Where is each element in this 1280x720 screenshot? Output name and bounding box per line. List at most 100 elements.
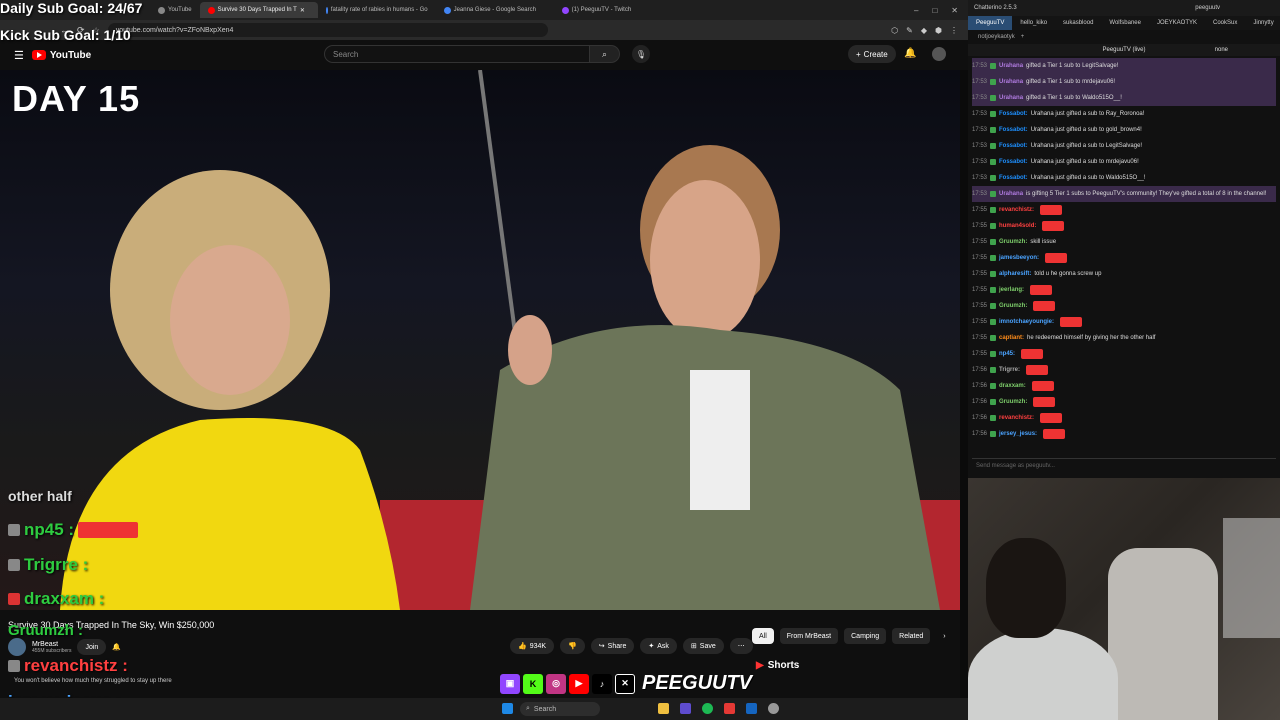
maximize-icon[interactable]: □ bbox=[932, 6, 937, 15]
badge-icon bbox=[990, 191, 997, 197]
badge-icon bbox=[990, 255, 997, 261]
chat-subtab[interactable]: notjoeykaotyk bbox=[978, 34, 1015, 40]
chat-username[interactable]: Fossabot: bbox=[999, 143, 1028, 149]
bell-icon[interactable]: 🔔 bbox=[904, 48, 916, 59]
chat-username[interactable]: np45: bbox=[999, 351, 1015, 357]
search-input[interactable]: Search bbox=[324, 45, 590, 63]
chat-username[interactable]: alpharesift: bbox=[999, 271, 1031, 277]
browser-tab-active[interactable]: Survive 30 Days Trapped In T ✕ bbox=[199, 2, 318, 18]
chip-related[interactable]: Related bbox=[892, 628, 931, 644]
browser-tab[interactable]: fatality rate of rabies in humans - Go bbox=[318, 2, 436, 18]
webcam-feed bbox=[968, 478, 1280, 720]
chat-tab[interactable]: Wolfsbanee bbox=[1101, 16, 1149, 30]
browser-tab[interactable]: Jeanna Giese - Google Search bbox=[436, 2, 554, 18]
plus-icon[interactable]: + bbox=[1021, 34, 1025, 40]
chat-username[interactable]: jersey_jesus: bbox=[999, 431, 1037, 437]
close-icon[interactable]: ✕ bbox=[300, 7, 305, 14]
chrome-icon[interactable] bbox=[768, 703, 779, 714]
chat-username[interactable]: Urahana bbox=[999, 63, 1023, 69]
chat-username[interactable]: Gruumzh: bbox=[999, 303, 1027, 309]
chat-message: 17:55 alpharesift: told u he gonna screw u… bbox=[972, 266, 1276, 282]
browser-tab[interactable]: YouTube bbox=[150, 2, 200, 18]
dislike-button[interactable]: 👎 bbox=[560, 638, 585, 654]
more-options-button[interactable]: ⋯ bbox=[729, 638, 753, 654]
chat-username[interactable]: captiant: bbox=[999, 335, 1024, 341]
chat-username[interactable]: revanchistz: bbox=[999, 207, 1034, 213]
chip-camping[interactable]: Camping bbox=[844, 628, 887, 644]
search-icon[interactable]: ⌕ bbox=[590, 45, 620, 63]
video-player[interactable]: DAY 15 bbox=[0, 70, 960, 610]
chat-timestamp: 17:55 bbox=[972, 351, 988, 357]
menu-icon[interactable]: ⋮ bbox=[950, 26, 958, 35]
chat-tab[interactable]: JOEYKAOTYK bbox=[1149, 16, 1205, 30]
chat-username[interactable]: Fossabot: bbox=[999, 127, 1028, 133]
tiktok-icon: ♪ bbox=[592, 673, 612, 694]
url-field[interactable]: youtube.com/watch?v=ZFoNBxpXen4 bbox=[107, 23, 548, 37]
emote bbox=[1040, 205, 1063, 215]
badge-icon bbox=[990, 431, 997, 437]
folder-icon[interactable] bbox=[658, 703, 669, 714]
youtube-logo[interactable]: YouTube bbox=[31, 50, 91, 61]
chat-text: Urahana just gifted a sub to LegitSalvag… bbox=[1030, 143, 1143, 149]
windows-start-icon[interactable] bbox=[502, 703, 513, 714]
close-window-icon[interactable]: ✕ bbox=[951, 6, 958, 15]
minimize-icon[interactable]: – bbox=[914, 6, 918, 15]
chat-username[interactable]: imnotchaeyoungie: bbox=[999, 319, 1054, 325]
like-button[interactable]: 👍 934K bbox=[510, 638, 555, 654]
share-button[interactable]: ↪ Share bbox=[590, 638, 635, 654]
chat-text: Urahana just gifted a sub to gold_brown4… bbox=[1030, 127, 1142, 133]
chat-username[interactable]: draxxam: bbox=[999, 383, 1026, 389]
chat-username[interactable]: jamesbeeyon: bbox=[999, 255, 1039, 261]
chat-username[interactable]: Urahana bbox=[999, 95, 1023, 101]
chat-username[interactable]: Fossabot: bbox=[999, 175, 1028, 181]
save-button[interactable]: ⊞ Save bbox=[682, 638, 724, 654]
chat-username[interactable]: human4sold: bbox=[999, 223, 1036, 229]
taskbar-search[interactable]: ⌕ Search bbox=[520, 702, 600, 716]
badge-icon bbox=[990, 271, 997, 277]
chat-username[interactable]: Fossabot: bbox=[999, 111, 1028, 117]
chat-tab[interactable]: sukasblood bbox=[1055, 16, 1101, 30]
chat-username[interactable]: Gruumzh: bbox=[999, 239, 1027, 245]
chat-tab[interactable]: CookSux bbox=[1205, 16, 1245, 30]
app-icon[interactable] bbox=[724, 703, 735, 714]
notification-bell-icon[interactable]: 🔔 bbox=[112, 643, 121, 651]
join-button[interactable]: Join bbox=[77, 639, 107, 655]
chat-username[interactable]: Urahana bbox=[999, 79, 1023, 85]
account-name[interactable]: peeguutv bbox=[1195, 5, 1220, 11]
spotify-icon[interactable] bbox=[702, 703, 713, 714]
extension-icon[interactable]: ✎ bbox=[906, 26, 913, 35]
extension-icon[interactable]: ◆ bbox=[921, 26, 927, 35]
extension-icon[interactable]: ⬡ bbox=[891, 26, 898, 35]
channel-avatar[interactable] bbox=[8, 638, 26, 656]
chat-tab[interactable]: PeeguuTV bbox=[968, 16, 1013, 30]
ask-button[interactable]: ✦ Ask bbox=[640, 638, 677, 654]
chip-all[interactable]: All bbox=[752, 628, 774, 644]
chat-input[interactable]: Send message as peeguutv... bbox=[972, 458, 1276, 472]
emote-777 bbox=[78, 522, 139, 538]
chat-username[interactable]: Urahana bbox=[999, 191, 1023, 197]
chat-username[interactable]: Fossabot: bbox=[999, 159, 1028, 165]
badge-icon bbox=[990, 159, 997, 165]
sub-goal-overlay: Daily Sub Goal: 24/67 bbox=[0, 0, 143, 16]
avatar[interactable] bbox=[932, 47, 946, 61]
browser-tab[interactable]: (1) PeeguuTV - Twitch bbox=[554, 2, 672, 18]
chat-username[interactable]: jeerlang: bbox=[999, 287, 1024, 293]
app-icon[interactable] bbox=[680, 703, 691, 714]
chatterino-title: Chatterino 2.5.3 bbox=[974, 5, 1017, 11]
microphone-icon[interactable]: 🎙 bbox=[632, 45, 650, 63]
create-button[interactable]: + Create bbox=[848, 45, 896, 63]
chat-tab[interactable]: hello_kiko bbox=[1012, 16, 1055, 30]
chat-timestamp: 17:56 bbox=[972, 383, 988, 389]
emote bbox=[1042, 221, 1065, 231]
chat-username[interactable]: Gruumzh: bbox=[999, 399, 1027, 405]
channel-name[interactable]: MrBeast bbox=[32, 641, 71, 648]
chat-username[interactable]: revanchistz: bbox=[999, 415, 1034, 421]
extension-icon[interactable]: ⬢ bbox=[935, 26, 942, 35]
chip-from-channel[interactable]: From MrBeast bbox=[779, 628, 839, 644]
hamburger-menu-icon[interactable]: ☰ bbox=[14, 49, 24, 62]
instagram-icon: ◎ bbox=[546, 673, 566, 694]
chevron-right-icon[interactable]: › bbox=[936, 628, 952, 644]
chat-username[interactable]: Trigrre: bbox=[999, 367, 1020, 373]
chat-tab[interactable]: Jinnytty bbox=[1245, 16, 1280, 30]
app-icon[interactable] bbox=[746, 703, 757, 714]
